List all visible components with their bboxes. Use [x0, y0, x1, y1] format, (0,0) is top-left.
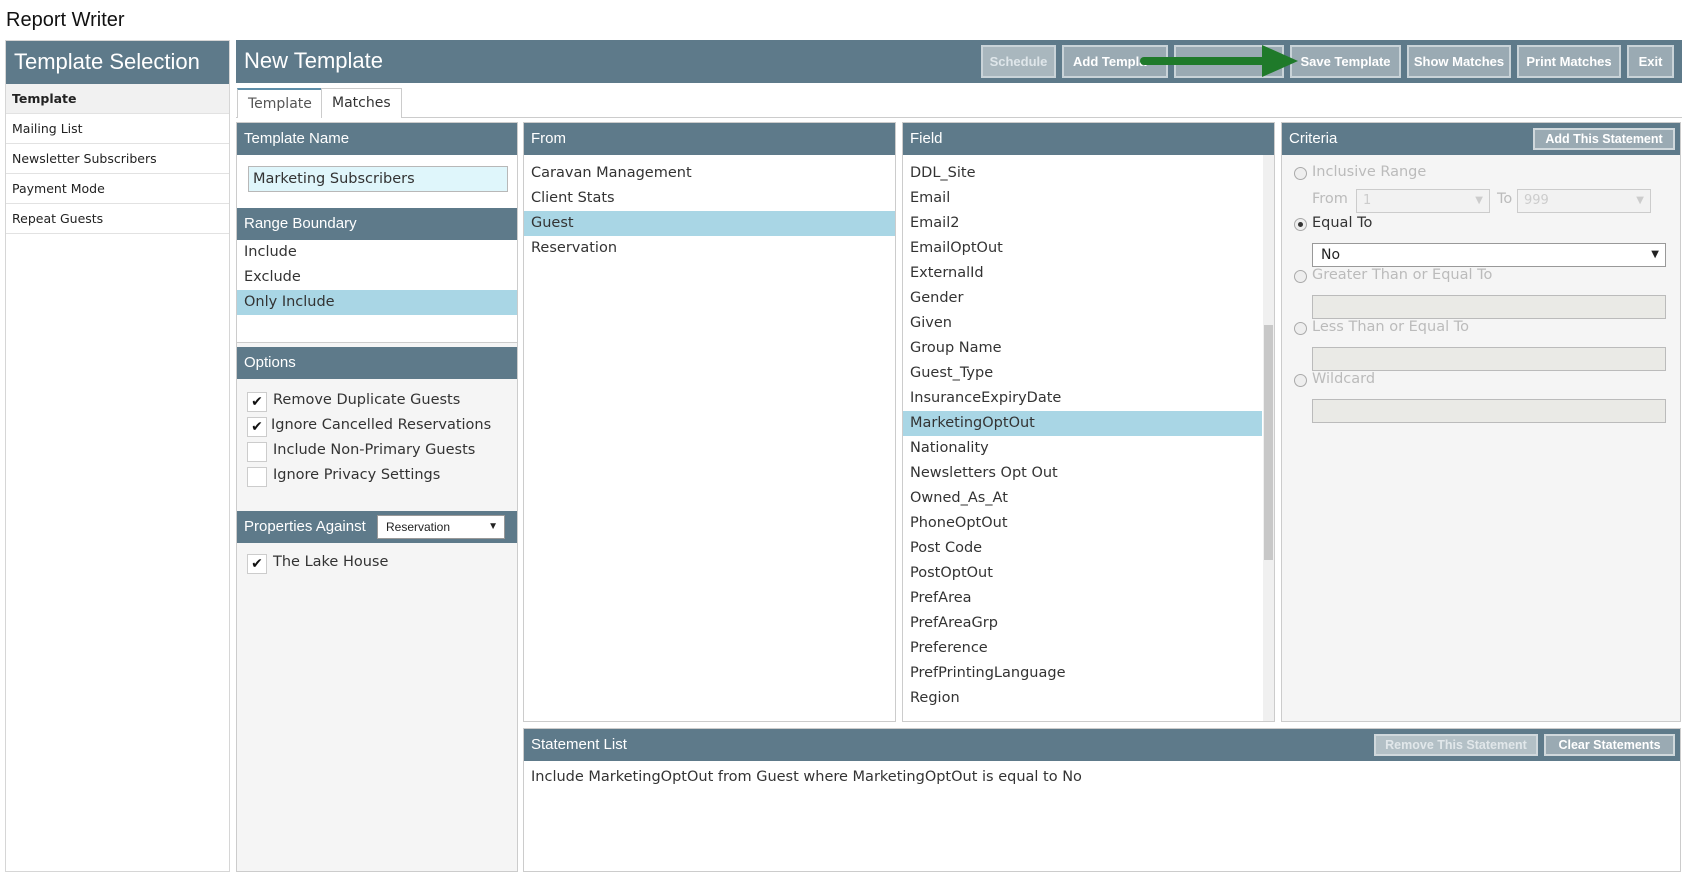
- range-include[interactable]: Include: [237, 240, 517, 265]
- options-list: ✔ Remove Duplicate Guests ✔ Ignore Cance…: [237, 379, 517, 511]
- range-boundary-heading: Range Boundary: [237, 208, 517, 240]
- field-item[interactable]: Post Code: [903, 536, 1262, 561]
- template-name-heading: Template Name: [237, 123, 517, 155]
- main-header: New Template Schedule Add Templa Save Te…: [236, 40, 1682, 83]
- app-title: Report Writer: [6, 9, 125, 31]
- field-heading: Field: [903, 123, 1274, 155]
- radio-inclusive-range[interactable]: [1294, 167, 1307, 180]
- range-from-select[interactable]: 1 ▼: [1356, 189, 1490, 213]
- save-template-button[interactable]: Save Template: [1290, 45, 1401, 78]
- checkbox-checked-icon[interactable]: ✔: [247, 392, 267, 412]
- field-item[interactable]: PrefArea: [903, 586, 1262, 611]
- radio-greater-than[interactable]: [1294, 270, 1307, 283]
- from-panel: From Caravan Management Client Stats Gue…: [523, 122, 896, 722]
- field-item[interactable]: Preference: [903, 636, 1262, 661]
- field-item[interactable]: DDL_Site: [903, 161, 1262, 186]
- field-item[interactable]: Nationality: [903, 436, 1262, 461]
- equal-to-select[interactable]: No ▼: [1312, 243, 1666, 267]
- checkbox-checked-icon[interactable]: ✔: [247, 417, 267, 437]
- remove-statement-button[interactable]: Remove This Statement: [1374, 734, 1538, 756]
- sidebar-title: Template Selection: [6, 41, 229, 84]
- field-item[interactable]: Email2: [903, 211, 1262, 236]
- radio-equal-to[interactable]: [1294, 218, 1307, 231]
- clear-statements-button[interactable]: Clear Statements: [1544, 734, 1675, 756]
- properties-against-select[interactable]: Reservation ▼: [377, 515, 505, 539]
- left-column: Template Name Marketing Subscribers Rang…: [236, 122, 518, 872]
- field-item[interactable]: PhoneOptOut: [903, 511, 1262, 536]
- field-item[interactable]: EmailOptOut: [903, 236, 1262, 261]
- range-to-select[interactable]: 999 ▼: [1517, 189, 1651, 213]
- sidebar-item-repeat-guests[interactable]: Repeat Guests: [6, 204, 229, 234]
- dropdown-arrow-icon: ▼: [488, 521, 498, 532]
- radio-wildcard[interactable]: [1294, 374, 1307, 387]
- field-item[interactable]: Email: [903, 186, 1262, 211]
- statement-item[interactable]: Include MarketingOptOut from Guest where…: [524, 765, 1680, 790]
- field-item[interactable]: Newsletters Opt Out: [903, 461, 1262, 486]
- range-exclude[interactable]: Exclude: [237, 265, 517, 290]
- checkbox-unchecked-icon[interactable]: [247, 467, 267, 487]
- green-arrow-icon: [1140, 45, 1298, 77]
- properties-heading: Properties Against Reservation ▼: [237, 511, 517, 543]
- sidebar-item-newsletter-subscribers[interactable]: Newsletter Subscribers: [6, 144, 229, 174]
- sidebar-item-payment-mode[interactable]: Payment Mode: [6, 174, 229, 204]
- from-item-caravan-management[interactable]: Caravan Management: [524, 161, 895, 186]
- field-item[interactable]: Group Name: [903, 336, 1262, 361]
- dropdown-arrow-icon: ▼: [1636, 195, 1644, 206]
- options-heading: Options: [237, 347, 517, 379]
- statement-list-panel: Statement List Remove This Statement Cle…: [523, 728, 1681, 872]
- field-item[interactable]: Gender: [903, 286, 1262, 311]
- show-matches-button[interactable]: Show Matches: [1407, 45, 1511, 78]
- checkbox-unchecked-icon[interactable]: [247, 442, 267, 462]
- checkbox-checked-icon[interactable]: ✔: [247, 554, 267, 574]
- from-item-reservation[interactable]: Reservation: [524, 236, 895, 261]
- print-matches-button[interactable]: Print Matches: [1517, 45, 1621, 78]
- page-title: New Template: [244, 48, 383, 73]
- criteria-heading: Criteria Add This Statement: [1282, 123, 1680, 155]
- field-item[interactable]: Region: [903, 686, 1262, 711]
- wildcard-input[interactable]: [1312, 399, 1666, 423]
- scrollbar-thumb[interactable]: [1264, 325, 1273, 560]
- dropdown-arrow-icon: ▼: [1475, 195, 1483, 206]
- sidebar-item-mailing-list[interactable]: Mailing List: [6, 114, 229, 144]
- field-item-marketingoptout[interactable]: MarketingOptOut: [903, 411, 1262, 436]
- from-item-client-stats[interactable]: Client Stats: [524, 186, 895, 211]
- field-item[interactable]: PostOptOut: [903, 561, 1262, 586]
- field-item[interactable]: PrefPrintingLanguage: [903, 661, 1262, 686]
- greater-than-input[interactable]: [1312, 295, 1666, 319]
- field-item[interactable]: PrefAreaGrp: [903, 611, 1262, 636]
- from-heading: From: [524, 123, 895, 155]
- criteria-panel: Criteria Add This Statement Inclusive Ra…: [1281, 122, 1681, 722]
- dropdown-arrow-icon: ▼: [1651, 249, 1659, 260]
- radio-less-than[interactable]: [1294, 322, 1307, 335]
- field-panel: Field DDL_Site Email Email2 EmailOptOut …: [902, 122, 1275, 722]
- schedule-button[interactable]: Schedule: [981, 45, 1056, 78]
- template-sidebar: Template Selection Template Mailing List…: [5, 40, 230, 872]
- field-list[interactable]: DDL_Site Email Email2 EmailOptOut Extern…: [903, 155, 1274, 721]
- statement-list-heading: Statement List Remove This Statement Cle…: [524, 729, 1680, 761]
- less-than-input[interactable]: [1312, 347, 1666, 371]
- field-item[interactable]: Given: [903, 311, 1262, 336]
- tab-template[interactable]: Template: [237, 88, 323, 118]
- range-only-include[interactable]: Only Include: [237, 290, 517, 315]
- field-item[interactable]: InsuranceExpiryDate: [903, 386, 1262, 411]
- field-item[interactable]: ExternalId: [903, 261, 1262, 286]
- from-item-guest[interactable]: Guest: [524, 211, 895, 236]
- field-item[interactable]: Owned_As_At: [903, 486, 1262, 511]
- add-statement-button[interactable]: Add This Statement: [1533, 128, 1675, 150]
- exit-button[interactable]: Exit: [1627, 45, 1674, 78]
- tab-matches[interactable]: Matches: [321, 88, 402, 118]
- sidebar-item-template[interactable]: Template: [6, 84, 229, 114]
- field-item[interactable]: Guest_Type: [903, 361, 1262, 386]
- tab-bar: Template Matches: [236, 88, 1682, 118]
- template-name-input[interactable]: Marketing Subscribers: [248, 166, 508, 192]
- field-scrollbar[interactable]: [1263, 155, 1274, 721]
